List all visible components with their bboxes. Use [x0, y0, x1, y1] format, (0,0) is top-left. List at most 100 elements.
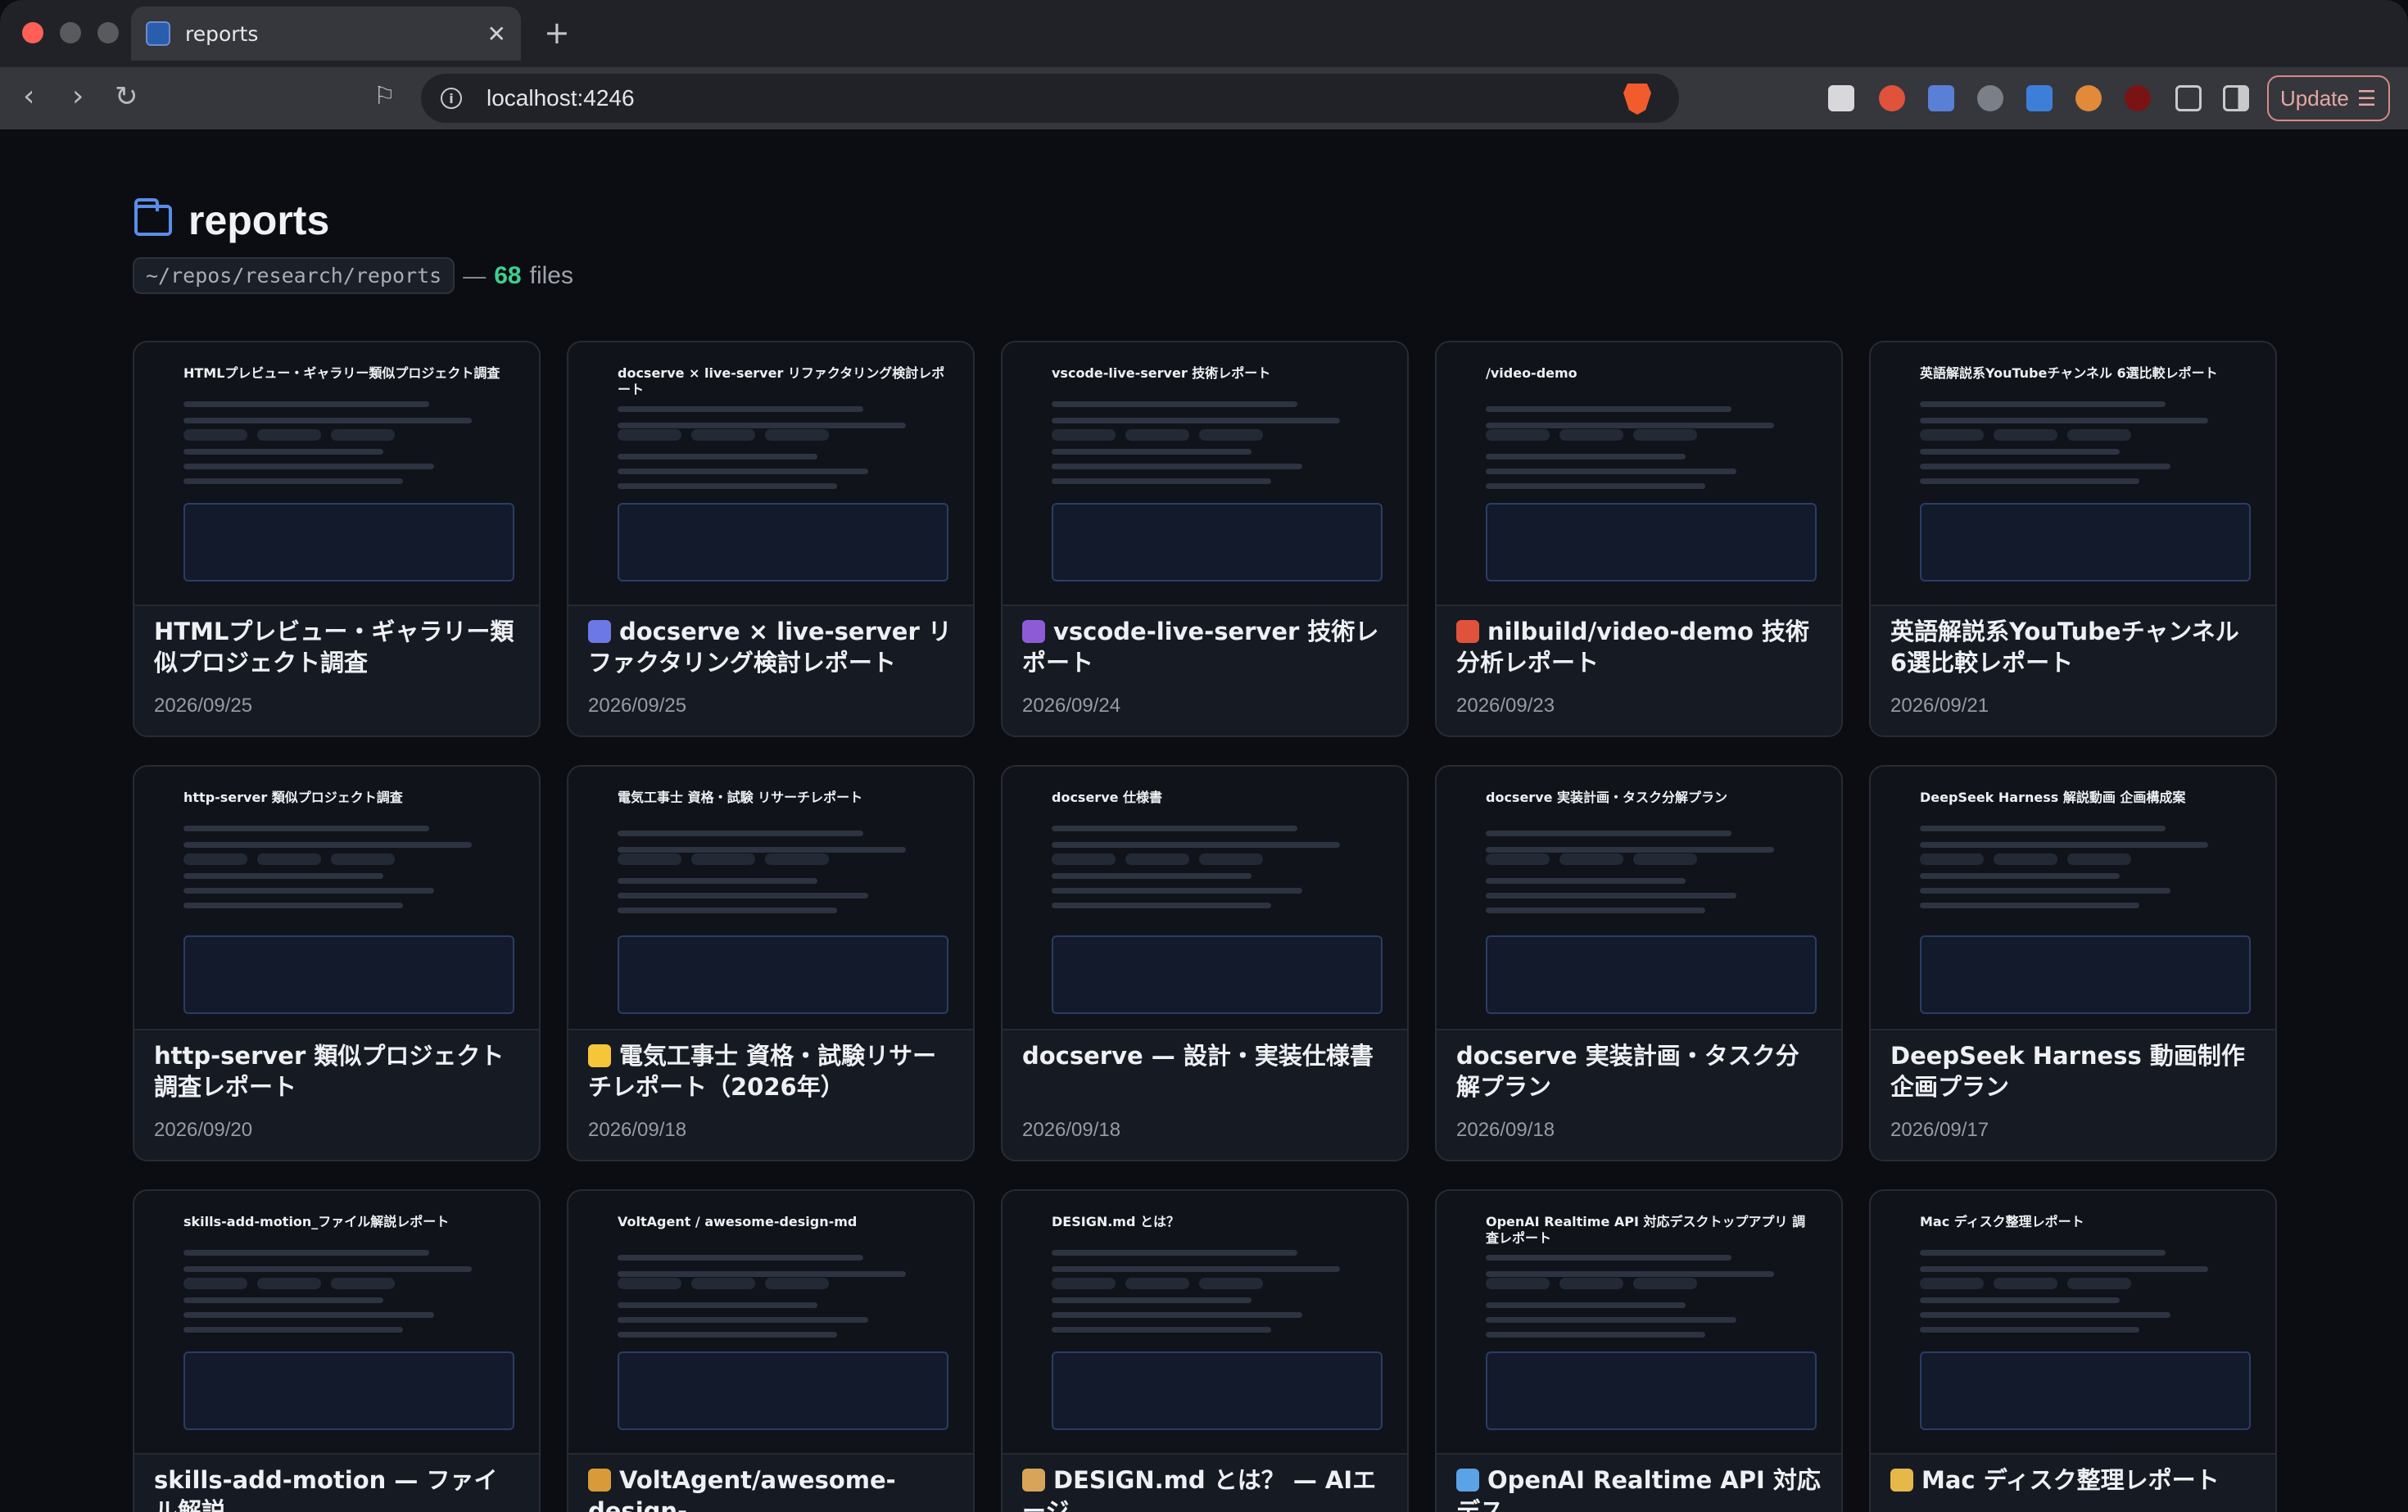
page-title: reports [188, 197, 330, 243]
extension-fox-icon[interactable] [2075, 85, 2102, 111]
report-card[interactable]: docserve 実装計画・タスク分解プラン docserve 実装計画・タスク分… [1435, 765, 1843, 1161]
reload-icon[interactable]: ↻ [115, 80, 138, 113]
report-card[interactable]: /video-demo nilbuild/video-demo 技術分析レポート 2… [1435, 341, 1843, 737]
tab-close-icon[interactable]: ✕ [487, 20, 506, 48]
new-tab-button[interactable]: + [544, 15, 570, 51]
extension-grid-icon[interactable] [1928, 85, 1954, 111]
report-card[interactable]: 英語解説系YouTubeチャンネル 6選比較レポート 英語解説系YouTubeチャ… [1869, 341, 2277, 737]
report-thumbnail: docserve 実装計画・タスク分解プラン [1437, 767, 1841, 1030]
report-thumbnail: http-server 類似プロジェクト調査 [134, 767, 539, 1030]
palette-icon [1022, 1469, 1045, 1492]
close-window-button[interactable] [22, 22, 43, 43]
update-button[interactable]: Update ☰ [2267, 75, 2390, 121]
report-card-title-text: HTMLプレビュー・ギャラリー類似プロジェクト調査 [154, 618, 514, 677]
update-label: Update [2280, 85, 2349, 111]
preview-line [1052, 842, 1340, 848]
extension-calendar-icon[interactable] [2026, 85, 2053, 111]
preview-box [1486, 503, 1817, 582]
report-card-title-text: docserve — 設計・実装仕様書 [1022, 1042, 1374, 1070]
report-card[interactable]: docserve 仕様書 docserve — 設計・実装仕様書 2026/09/1… [1001, 765, 1409, 1161]
disk-icon [1890, 1469, 1913, 1492]
preview-line [1052, 1327, 1271, 1333]
preview-line [1486, 893, 1736, 899]
preview-chip [1486, 1278, 1550, 1289]
preview-chip [1920, 1278, 1984, 1289]
folder-icon [134, 198, 172, 236]
extensions-puzzle-icon[interactable] [2175, 85, 2202, 111]
report-card-title-text: OpenAI Realtime API 対応デス [1456, 1466, 1821, 1512]
site-info-icon[interactable]: i [441, 88, 462, 109]
qr-code-icon[interactable] [1828, 85, 1854, 111]
report-thumbnail: /video-demo [1437, 342, 1841, 606]
report-card-title-text: Mac ディスク整理レポート [1921, 1466, 2220, 1494]
sidebar-toggle-icon[interactable] [2223, 85, 2249, 111]
preview-line [1486, 878, 1686, 884]
report-card-date: 2026/09/21 [1890, 695, 1989, 717]
report-card[interactable]: 電気工事士 資格・試験 リサーチレポート 電気工事士 資格・試験リサーチレポート（… [567, 765, 975, 1161]
report-card-date: 2026/09/25 [154, 695, 253, 717]
preview-line [1486, 847, 1774, 853]
preview-box [1052, 935, 1383, 1014]
extension-dot-icon[interactable] [2125, 85, 2151, 111]
report-card[interactable]: DESIGN.md とは？ DESIGN.md とは？ — AIエージ [1001, 1189, 1409, 1512]
back-icon[interactable]: ‹ [23, 80, 34, 113]
preview-chip [1559, 429, 1623, 441]
preview-chip [1486, 429, 1550, 441]
report-card-title-text: skills-add-motion — ファイル解説 [154, 1466, 498, 1512]
report-card[interactable]: skills-add-motion_ファイル解説レポート skills-add-m… [133, 1189, 541, 1512]
report-card[interactable]: docserve × live-server リファクタリング検討レポート doc… [567, 341, 975, 737]
thumbnail-heading: 英語解説系YouTubeチャンネル 6選比較レポート [1920, 365, 2218, 381]
thumbnail-heading: vscode-live-server 技術レポート [1052, 365, 1271, 381]
preview-line [183, 401, 429, 407]
tab-title: reports [185, 21, 259, 46]
preview-chip [1920, 853, 1984, 865]
preview-chip [2067, 1278, 2131, 1289]
preview-line [1052, 478, 1271, 484]
extension-glasses-icon[interactable] [1977, 85, 2003, 111]
preview-line [1052, 888, 1302, 894]
preview-chip [1920, 429, 1984, 441]
report-card[interactable]: Mac ディスク整理レポート Mac ディスク整理レポート [1869, 1189, 2277, 1512]
report-card[interactable]: DeepSeek Harness 解説動画 企画構成案 DeepSeek Harn… [1869, 765, 2277, 1161]
forward-icon[interactable]: › [72, 80, 84, 113]
preview-line [1486, 469, 1736, 474]
preview-line [183, 1297, 383, 1303]
brave-shields-icon[interactable] [1623, 84, 1651, 115]
preview-line [183, 418, 472, 423]
tab-reports[interactable]: reports ✕ [131, 7, 521, 61]
preview-line [183, 1327, 403, 1333]
address-bar[interactable]: i localhost:4246 [421, 74, 1679, 123]
report-card-title-text: 電気工事士 資格・試験リサーチレポート（2026年） [588, 1042, 937, 1101]
report-card[interactable]: vscode-live-server 技術レポート vscode-live-ser… [1001, 341, 1409, 737]
extension-badge-icon[interactable] [1879, 85, 1905, 111]
preview-line [1486, 831, 1731, 836]
preview-chip [183, 1278, 247, 1289]
report-card-title: nilbuild/video-demo 技術分析レポート [1456, 616, 1822, 678]
preview-box [1920, 503, 2251, 582]
minimize-window-button[interactable] [60, 22, 81, 43]
avatar-icon [1022, 620, 1045, 643]
thumbnail-heading: DESIGN.md とは？ [1052, 1214, 1179, 1229]
bookmark-icon[interactable]: ⚐ [373, 80, 396, 113]
preview-line [1486, 406, 1731, 412]
report-card[interactable]: http-server 類似プロジェクト調査 http-server 類似プロジェ… [133, 765, 541, 1161]
menu-icon: ☰ [2356, 85, 2377, 111]
preview-chip [331, 429, 395, 441]
preview-line [1920, 1327, 2139, 1333]
preview-line [1486, 423, 1774, 428]
preview-line [1052, 464, 1302, 469]
preview-line [1486, 1271, 1774, 1277]
preview-chip [1633, 1278, 1697, 1289]
preview-line [1920, 842, 2208, 848]
preview-line [1920, 1297, 2120, 1303]
report-card[interactable]: OpenAI Realtime API 対応デスクトップアプリ 調査レポート Op… [1435, 1189, 1843, 1512]
preview-line [1920, 418, 2208, 423]
thumbnail-heading: skills-add-motion_ファイル解説レポート [183, 1214, 450, 1229]
preview-chip [618, 1278, 681, 1289]
thumbnail-heading: DeepSeek Harness 解説動画 企画構成案 [1920, 790, 2186, 805]
report-card[interactable]: VoltAgent / awesome-design-md VoltAgent/a… [567, 1189, 975, 1512]
preview-line [618, 406, 863, 412]
report-card[interactable]: HTMLプレビュー・ギャラリー類似プロジェクト調査 HTMLプレビュー・ギャラリー… [133, 341, 541, 737]
zoom-window-button[interactable] [97, 22, 119, 43]
preview-chip [691, 429, 755, 441]
